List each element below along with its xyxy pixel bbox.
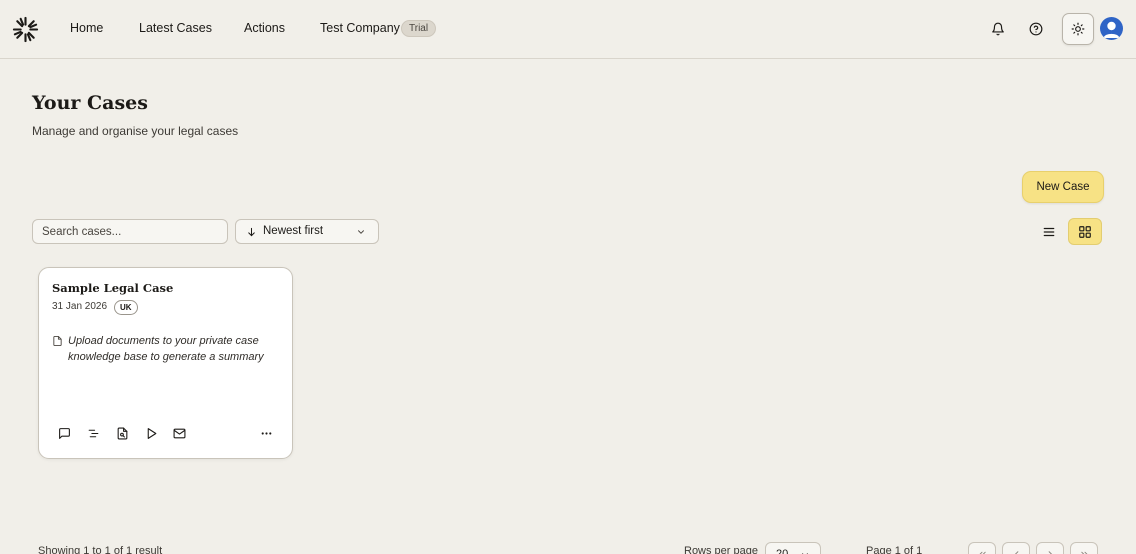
message-square-icon: [58, 427, 70, 439]
more-options-button[interactable]: [258, 425, 274, 441]
sort-select[interactable]: Newest first: [235, 219, 379, 244]
next-page-button[interactable]: [1036, 542, 1064, 554]
grid-icon: [1079, 225, 1091, 238]
chat-button[interactable]: [56, 425, 72, 441]
trial-badge: Trial: [401, 20, 437, 37]
file-search-icon: [117, 427, 127, 439]
new-case-button[interactable]: New Case: [1022, 171, 1104, 203]
bell-icon: [992, 22, 1004, 36]
first-page-button[interactable]: [968, 542, 996, 554]
sun-icon: [1071, 22, 1085, 36]
chevron-left-icon: [1014, 550, 1018, 554]
logo-icon[interactable]: [12, 16, 39, 43]
region-badge: UK: [114, 300, 138, 315]
previous-page-button[interactable]: [1002, 542, 1030, 554]
chevron-down-icon: [358, 230, 364, 234]
nav-latest-cases[interactable]: Latest Cases: [139, 21, 212, 35]
help-circle-icon: [1029, 22, 1043, 36]
help-button[interactable]: [1027, 20, 1045, 38]
page-title: Your Cases: [32, 92, 148, 114]
search-input[interactable]: [32, 219, 228, 244]
list-tree-icon: [88, 429, 98, 437]
more-horizontal-icon: [261, 431, 271, 435]
case-card[interactable]: Sample Legal Case 31 Jan 2026 UK Upload …: [38, 267, 293, 459]
page-indicator: Page 1 of 1: [866, 545, 923, 554]
top-navigation-bar: Home Latest Cases Actions Test Company T…: [0, 0, 1136, 59]
case-title[interactable]: Sample Legal Case: [52, 281, 173, 295]
user-icon: [1103, 21, 1120, 38]
nav-home[interactable]: Home: [70, 21, 103, 35]
theme-toggle-button[interactable]: [1062, 13, 1094, 45]
list-view-button[interactable]: [1035, 219, 1063, 244]
page-subtitle: Manage and organise your legal cases: [32, 124, 239, 138]
nav-actions[interactable]: Actions: [244, 21, 285, 35]
case-date: 31 Jan 2026: [52, 301, 108, 312]
sort-select-value: Newest first: [263, 225, 324, 237]
grid-view-button[interactable]: [1068, 218, 1102, 245]
chevrons-left-icon: [978, 551, 986, 554]
case-summary: Upload documents to your private case kn…: [68, 335, 264, 363]
results-summary: Showing 1 to 1 of 1 result: [38, 545, 163, 554]
rows-per-page-select[interactable]: 20: [765, 542, 821, 554]
arrow-down-icon: [248, 227, 255, 237]
last-page-button[interactable]: [1070, 542, 1098, 554]
mail-icon: [173, 428, 185, 438]
email-button[interactable]: [171, 425, 187, 441]
user-avatar[interactable]: [1100, 17, 1123, 40]
chevrons-right-icon: [1080, 551, 1088, 554]
timeline-button[interactable]: [85, 425, 101, 441]
run-button[interactable]: [143, 425, 159, 441]
rows-per-page-label: Rows per page: [684, 545, 758, 554]
rows-per-page-value: 20: [776, 548, 789, 554]
notifications-button[interactable]: [989, 20, 1007, 38]
play-icon: [147, 427, 156, 439]
nav-company[interactable]: Test Company: [320, 21, 400, 35]
document-search-button[interactable]: [114, 425, 130, 441]
list-icon: [1043, 227, 1055, 236]
chevron-down-icon: [802, 553, 808, 554]
document-icon: [53, 335, 62, 347]
chevron-right-icon: [1048, 550, 1052, 554]
